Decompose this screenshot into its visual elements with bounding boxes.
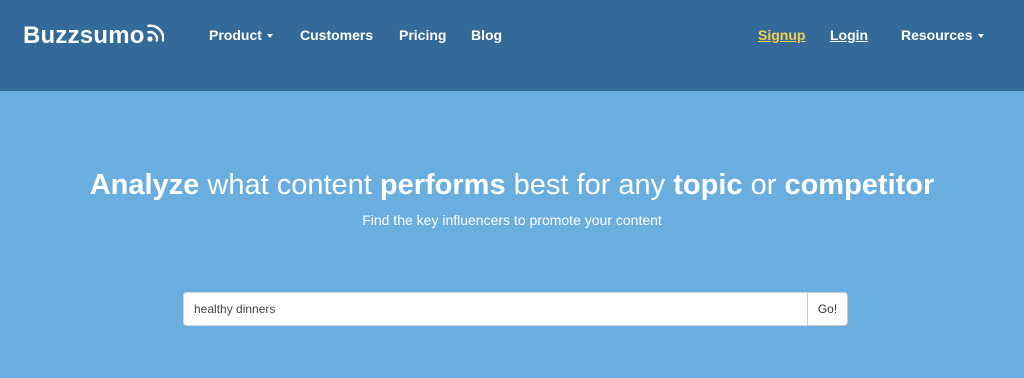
brand-name: Buzzsumo: [23, 22, 145, 49]
hero-title-text: what content: [199, 169, 380, 201]
nav-product-dropdown[interactable]: Product: [209, 26, 273, 44]
hero-title-word: competitor: [784, 169, 935, 201]
top-navbar: Buzzsumo Product Customers Pricing Blog …: [0, 0, 1024, 91]
brand-logo[interactable]: Buzzsumo: [23, 20, 165, 52]
nav-customers-link[interactable]: Customers: [300, 26, 373, 44]
caret-down-icon: [266, 34, 273, 39]
hero-title: Analyze what content performs best for a…: [0, 167, 1024, 203]
hero-title-word: Analyze: [89, 169, 200, 201]
search-input[interactable]: [183, 292, 807, 326]
nav-resources-dropdown[interactable]: Resources: [901, 26, 984, 44]
nav-pricing-link[interactable]: Pricing: [399, 26, 446, 44]
nav-login-link[interactable]: Login: [830, 26, 868, 44]
caret-down-icon: [977, 34, 984, 39]
nav-product-label: Product: [209, 27, 262, 43]
hero-subtitle: Find the key influencers to promote your…: [362, 212, 662, 228]
nav-signup-link[interactable]: Signup: [758, 26, 805, 44]
nav-resources-label: Resources: [901, 27, 973, 43]
search-go-button[interactable]: Go!: [807, 292, 848, 326]
nav-blog-link[interactable]: Blog: [471, 26, 502, 44]
signal-waves-icon: [146, 21, 165, 43]
search-bar: Go!: [183, 292, 848, 326]
hero-title-word: performs: [379, 169, 506, 201]
hero-title-text: best for any: [505, 169, 674, 201]
hero-title-text: or: [742, 169, 785, 201]
hero-title-word: topic: [673, 169, 743, 201]
